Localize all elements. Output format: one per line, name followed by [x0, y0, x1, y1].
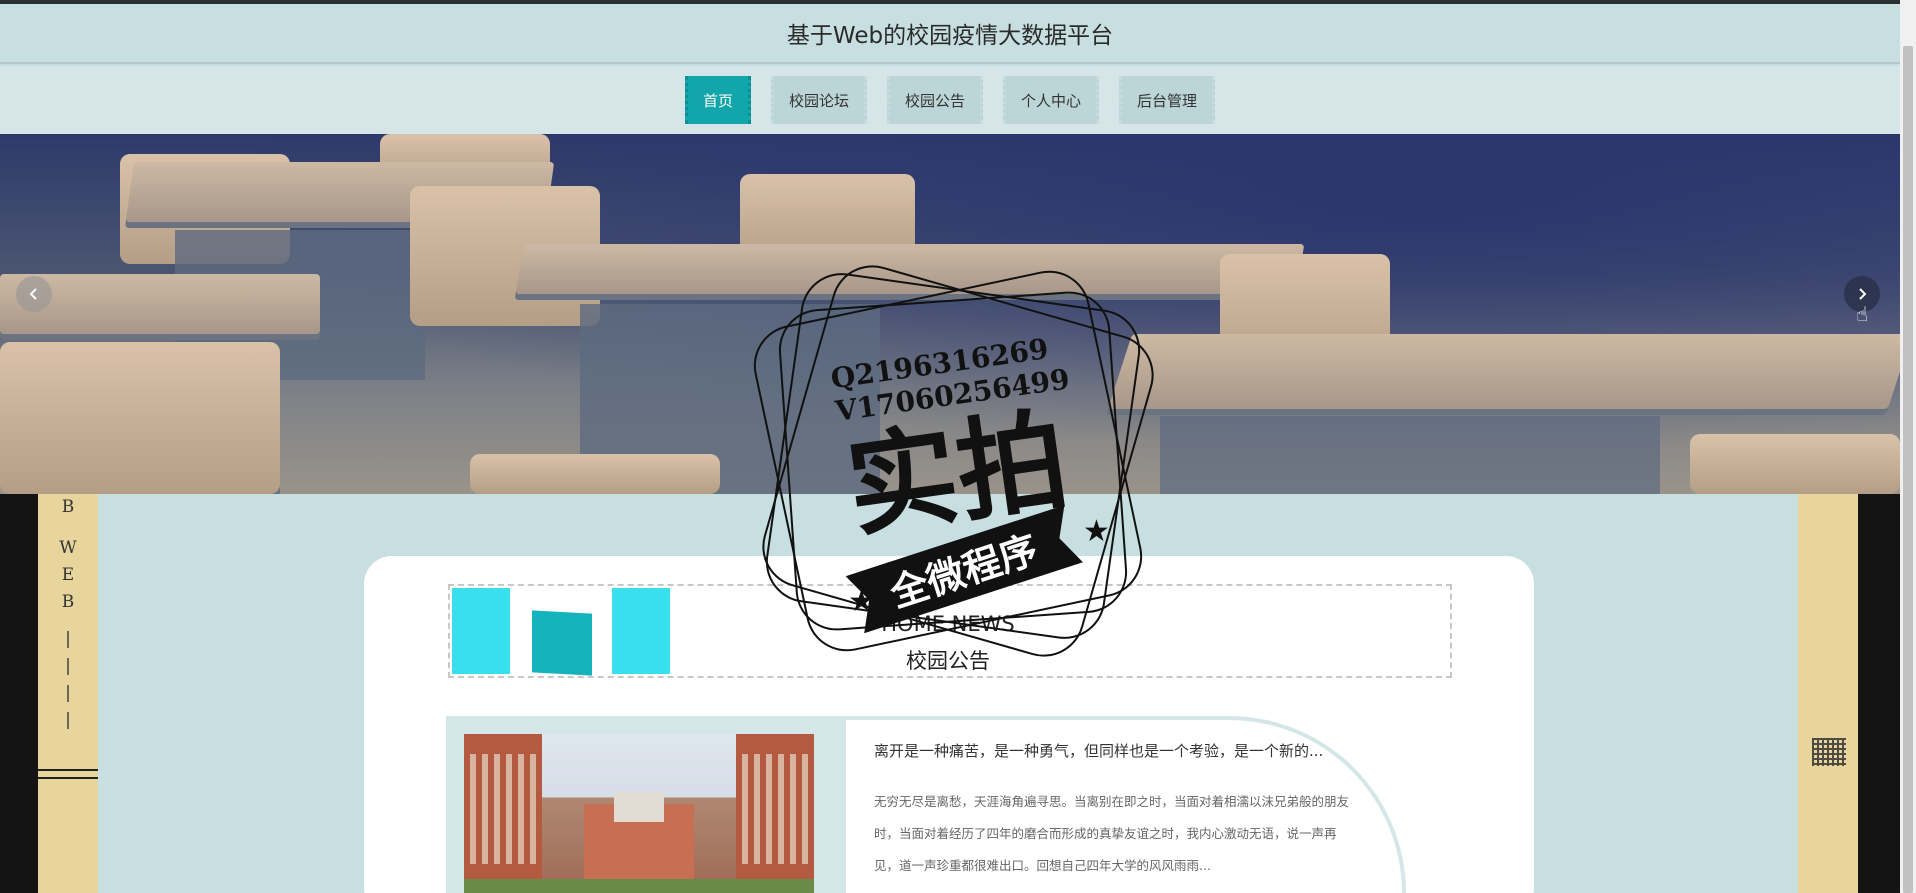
- side-char: |: [65, 710, 71, 730]
- building-windows: [742, 754, 808, 864]
- site-header: 基于Web的校园疫情大数据平台: [0, 4, 1900, 64]
- news-item-title[interactable]: 离开是一种痛苦，是一种勇气，但同样也是一个考验，是一个新的...: [874, 740, 1354, 761]
- nav-item-home[interactable]: 首页: [684, 76, 751, 124]
- nav-item-profile[interactable]: 个人中心: [1003, 76, 1100, 124]
- side-char: |: [65, 683, 71, 703]
- decor-block: [452, 588, 510, 674]
- hero-carousel[interactable]: [0, 134, 1900, 494]
- nav-item-admin[interactable]: 后台管理: [1119, 76, 1216, 124]
- news-thumbnail[interactable]: [464, 734, 814, 893]
- chevron-right-icon: [1859, 288, 1867, 300]
- nav-item-forum[interactable]: 校园论坛: [770, 76, 867, 124]
- banner-chair: [470, 454, 720, 494]
- lawn: [464, 879, 814, 893]
- main-nav: 首页 校园论坛 校园公告 个人中心 后台管理: [0, 66, 1900, 134]
- news-item-excerpt: 无穷无尽是离愁，天涯海角遍寻思。当离别在即之时，当面对着相濡以沫兄弟般的朋友时，…: [874, 794, 1350, 873]
- building: [614, 792, 664, 822]
- side-char: B: [61, 592, 75, 612]
- banner-desk-body: [1160, 416, 1660, 494]
- side-char: E: [61, 565, 75, 585]
- side-char: B: [61, 497, 75, 517]
- banner-chair: [1690, 434, 1900, 494]
- banner-desk: [1107, 334, 1900, 409]
- decor-block: [612, 588, 670, 674]
- mouse-cursor-icon: ☝: [1856, 304, 1869, 326]
- site-title: 基于Web的校园疫情大数据平台: [786, 23, 1114, 49]
- left-side-panel: B W E B | | | |: [38, 494, 98, 893]
- building-windows: [470, 754, 536, 864]
- left-dark-strip: [0, 494, 38, 893]
- banner-chair: [0, 342, 280, 494]
- chevron-left-icon: [29, 288, 37, 300]
- nav-item-announcements[interactable]: 校园公告: [886, 76, 983, 124]
- side-char: |: [65, 656, 71, 676]
- banner-desk: [515, 244, 1305, 294]
- side-char: |: [65, 629, 71, 649]
- side-char: W: [59, 538, 77, 558]
- star-icon: ★: [1083, 515, 1110, 548]
- right-side-panel: [1798, 494, 1858, 893]
- scrollbar-thumb[interactable]: [1903, 46, 1913, 893]
- grid-pattern-icon: [1812, 738, 1846, 766]
- right-dark-strip: [1858, 494, 1900, 893]
- section-title: HOME NEWS: [881, 612, 1015, 636]
- carousel-prev-button[interactable]: [16, 276, 52, 312]
- section-subtitle: 校园公告: [906, 649, 990, 673]
- side-divider: [38, 769, 98, 779]
- decor-block: [532, 610, 592, 676]
